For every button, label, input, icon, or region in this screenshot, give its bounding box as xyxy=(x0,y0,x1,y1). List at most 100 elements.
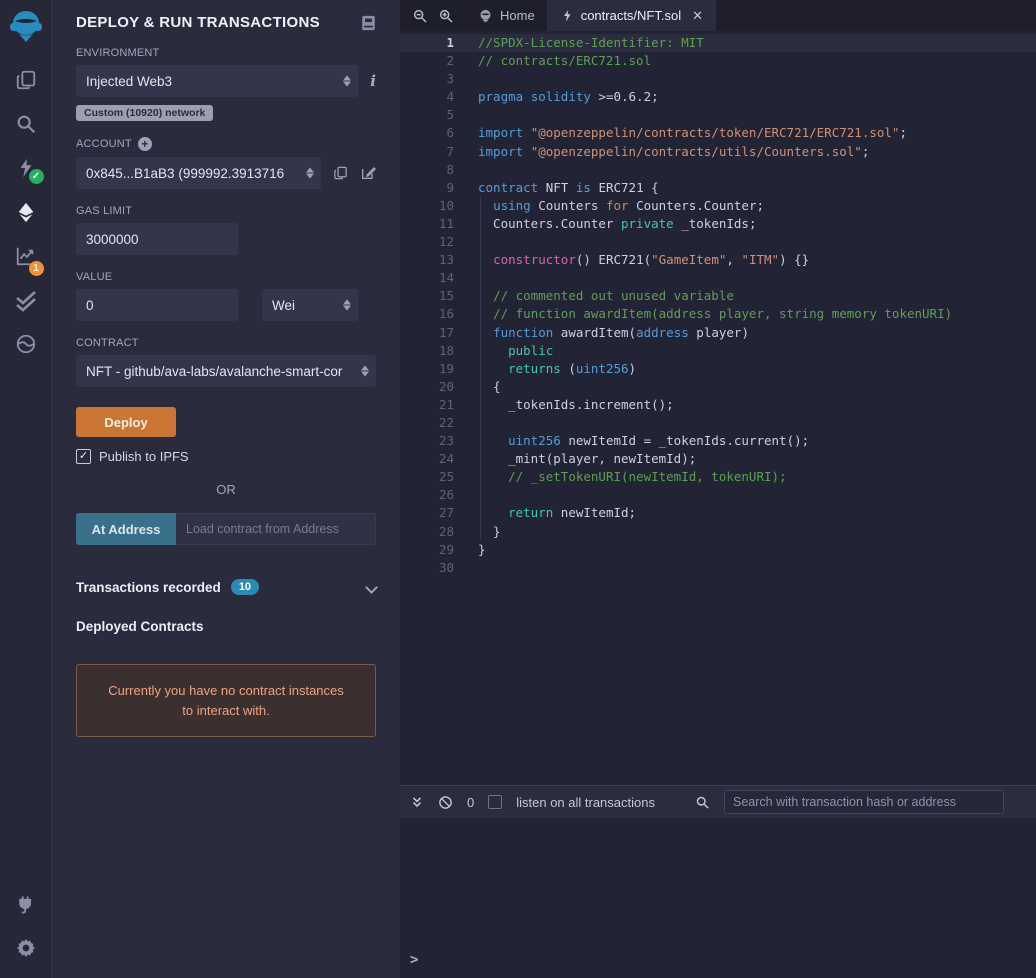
value-unit-select[interactable]: Wei xyxy=(262,289,358,321)
line-content: _tokenIds.increment(); xyxy=(478,396,1036,414)
contract-select[interactable]: NFT - github/ava-labs/avalanche-smart-co… xyxy=(76,355,376,387)
collapse-terminal-button[interactable] xyxy=(410,795,424,809)
code-line[interactable]: 4pragma solidity >=0.6.2; xyxy=(400,88,1036,106)
zoom-in-button[interactable] xyxy=(438,8,454,24)
gas-limit-input[interactable] xyxy=(76,223,238,255)
code-line[interactable]: 9contract NFT is ERC721 { xyxy=(400,179,1036,197)
code-line[interactable]: 3 xyxy=(400,70,1036,88)
or-separator: OR xyxy=(76,482,376,497)
code-line[interactable]: 18 public xyxy=(400,342,1036,360)
network-badge: Custom (10920) network xyxy=(76,105,213,121)
sidebar-item-settings[interactable] xyxy=(0,926,52,970)
documentation-button[interactable] xyxy=(361,15,376,31)
copy-account-button[interactable] xyxy=(333,165,348,181)
tab-home[interactable]: Home xyxy=(466,0,548,31)
sidebar-item-plugin[interactable] xyxy=(0,322,52,366)
environment-info-icon[interactable]: i xyxy=(370,72,376,90)
sidebar-item-unit-testing[interactable] xyxy=(0,278,52,322)
environment-select[interactable]: Injected Web3 xyxy=(76,65,358,97)
line-content xyxy=(478,233,1036,251)
line-content xyxy=(478,106,1036,124)
code-line[interactable]: 7import "@openzeppelin/contracts/utils/C… xyxy=(400,143,1036,161)
sidebar-item-plugin-manager[interactable] xyxy=(0,882,52,926)
code-line[interactable]: 14 xyxy=(400,269,1036,287)
line-number: 11 xyxy=(400,215,478,233)
line-content xyxy=(478,70,1036,88)
line-number: 8 xyxy=(400,161,478,179)
double-check-icon xyxy=(14,288,38,312)
at-address-button[interactable]: At Address xyxy=(76,513,176,545)
code-line[interactable]: 19 returns (uint256) xyxy=(400,360,1036,378)
listen-transactions-label: listen on all transactions xyxy=(516,795,655,810)
publish-ipfs-checkbox[interactable]: ✓ xyxy=(76,449,91,464)
line-content: // contracts/ERC721.sol xyxy=(478,52,1036,70)
code-editor[interactable]: 1//SPDX-License-Identifier: MIT2// contr… xyxy=(400,31,1036,785)
search-icon xyxy=(15,113,37,135)
sidebar-item-search[interactable] xyxy=(0,102,52,146)
code-lines: 1//SPDX-License-Identifier: MIT2// contr… xyxy=(400,34,1036,577)
code-line[interactable]: 12 xyxy=(400,233,1036,251)
plug-icon xyxy=(16,894,36,914)
account-select[interactable]: 0x845...B1aB3 (999992.3913716 xyxy=(76,157,321,189)
line-content xyxy=(478,269,1036,287)
value-input[interactable] xyxy=(76,289,238,321)
add-account-icon[interactable]: + xyxy=(138,137,152,151)
ban-icon xyxy=(438,795,453,810)
code-line[interactable]: 16 // function awardItem(address player,… xyxy=(400,305,1036,323)
code-line[interactable]: 25 // _setTokenURI(newItemId, tokenURI); xyxy=(400,468,1036,486)
line-content xyxy=(478,414,1036,432)
tab-nft-sol[interactable]: contracts/NFT.sol ✕ xyxy=(548,0,716,31)
clear-console-button[interactable] xyxy=(438,795,453,810)
code-line[interactable]: 6import "@openzeppelin/contracts/token/E… xyxy=(400,124,1036,142)
code-line[interactable]: 30 xyxy=(400,559,1036,577)
no-instances-message: Currently you have no contract instances… xyxy=(76,664,376,737)
line-content: pragma solidity >=0.6.2; xyxy=(478,88,1036,106)
code-line[interactable]: 22 xyxy=(400,414,1036,432)
line-content: public xyxy=(478,342,1036,360)
code-line[interactable]: 23 uint256 newItemId = _tokenIds.current… xyxy=(400,432,1036,450)
code-line[interactable]: 27 return newItemId; xyxy=(400,504,1036,522)
sidebar-item-deploy-run[interactable] xyxy=(0,190,52,234)
sidebar-item-analytics[interactable]: 1 xyxy=(0,234,52,278)
code-line[interactable]: 5 xyxy=(400,106,1036,124)
terminal-search-input[interactable] xyxy=(724,790,1004,814)
tab-file-label: contracts/NFT.sol xyxy=(581,8,681,23)
transactions-recorded-row: Transactions recorded 10 xyxy=(76,579,376,595)
code-line[interactable]: 2// contracts/ERC721.sol xyxy=(400,52,1036,70)
zoom-out-button[interactable] xyxy=(412,8,428,24)
line-number: 22 xyxy=(400,414,478,432)
line-number: 21 xyxy=(400,396,478,414)
code-line[interactable]: 29} xyxy=(400,541,1036,559)
deploy-run-panel: DEPLOY & RUN TRANSACTIONS ENVIRONMENT In… xyxy=(52,0,400,978)
sidebar-item-solidity-compiler[interactable]: ✓ xyxy=(0,146,52,190)
line-content: // _setTokenURI(newItemId, tokenURI); xyxy=(478,468,1036,486)
line-number: 3 xyxy=(400,70,478,88)
code-line[interactable]: 15 // commented out unused variable xyxy=(400,287,1036,305)
sign-message-button[interactable] xyxy=(360,165,376,181)
code-line[interactable]: 21 _tokenIds.increment(); xyxy=(400,396,1036,414)
code-line[interactable]: 20 { xyxy=(400,378,1036,396)
code-line[interactable]: 1//SPDX-License-Identifier: MIT xyxy=(400,34,1036,52)
close-tab-icon[interactable]: ✕ xyxy=(692,8,703,24)
code-line[interactable]: 13 constructor() ERC721("GameItem", "ITM… xyxy=(400,251,1036,269)
environment-value: Injected Web3 xyxy=(86,74,172,89)
editor-area: Home contracts/NFT.sol ✕ 1//SPDX-License… xyxy=(400,0,1036,978)
code-line[interactable]: 17 function awardItem(address player) xyxy=(400,324,1036,342)
code-line[interactable]: 24 _mint(player, newItemId); xyxy=(400,450,1036,468)
terminal-output[interactable]: > xyxy=(400,818,1036,978)
at-address-input[interactable] xyxy=(176,513,376,545)
edit-icon xyxy=(360,165,376,181)
code-line[interactable]: 28 } xyxy=(400,523,1036,541)
chevron-down-icon[interactable] xyxy=(365,581,378,594)
line-content: constructor() ERC721("GameItem", "ITM") … xyxy=(478,251,1036,269)
analytics-count-badge: 1 xyxy=(29,261,44,276)
deploy-button[interactable]: Deploy xyxy=(76,407,176,437)
code-line[interactable]: 10 using Counters for Counters.Counter; xyxy=(400,197,1036,215)
listen-transactions-checkbox[interactable] xyxy=(488,795,502,809)
code-line[interactable]: 26 xyxy=(400,486,1036,504)
code-line[interactable]: 8 xyxy=(400,161,1036,179)
terminal-search-icon xyxy=(695,795,710,810)
line-number: 25 xyxy=(400,468,478,486)
sidebar-item-file-explorer[interactable] xyxy=(0,58,52,102)
code-line[interactable]: 11 Counters.Counter private _tokenIds; xyxy=(400,215,1036,233)
